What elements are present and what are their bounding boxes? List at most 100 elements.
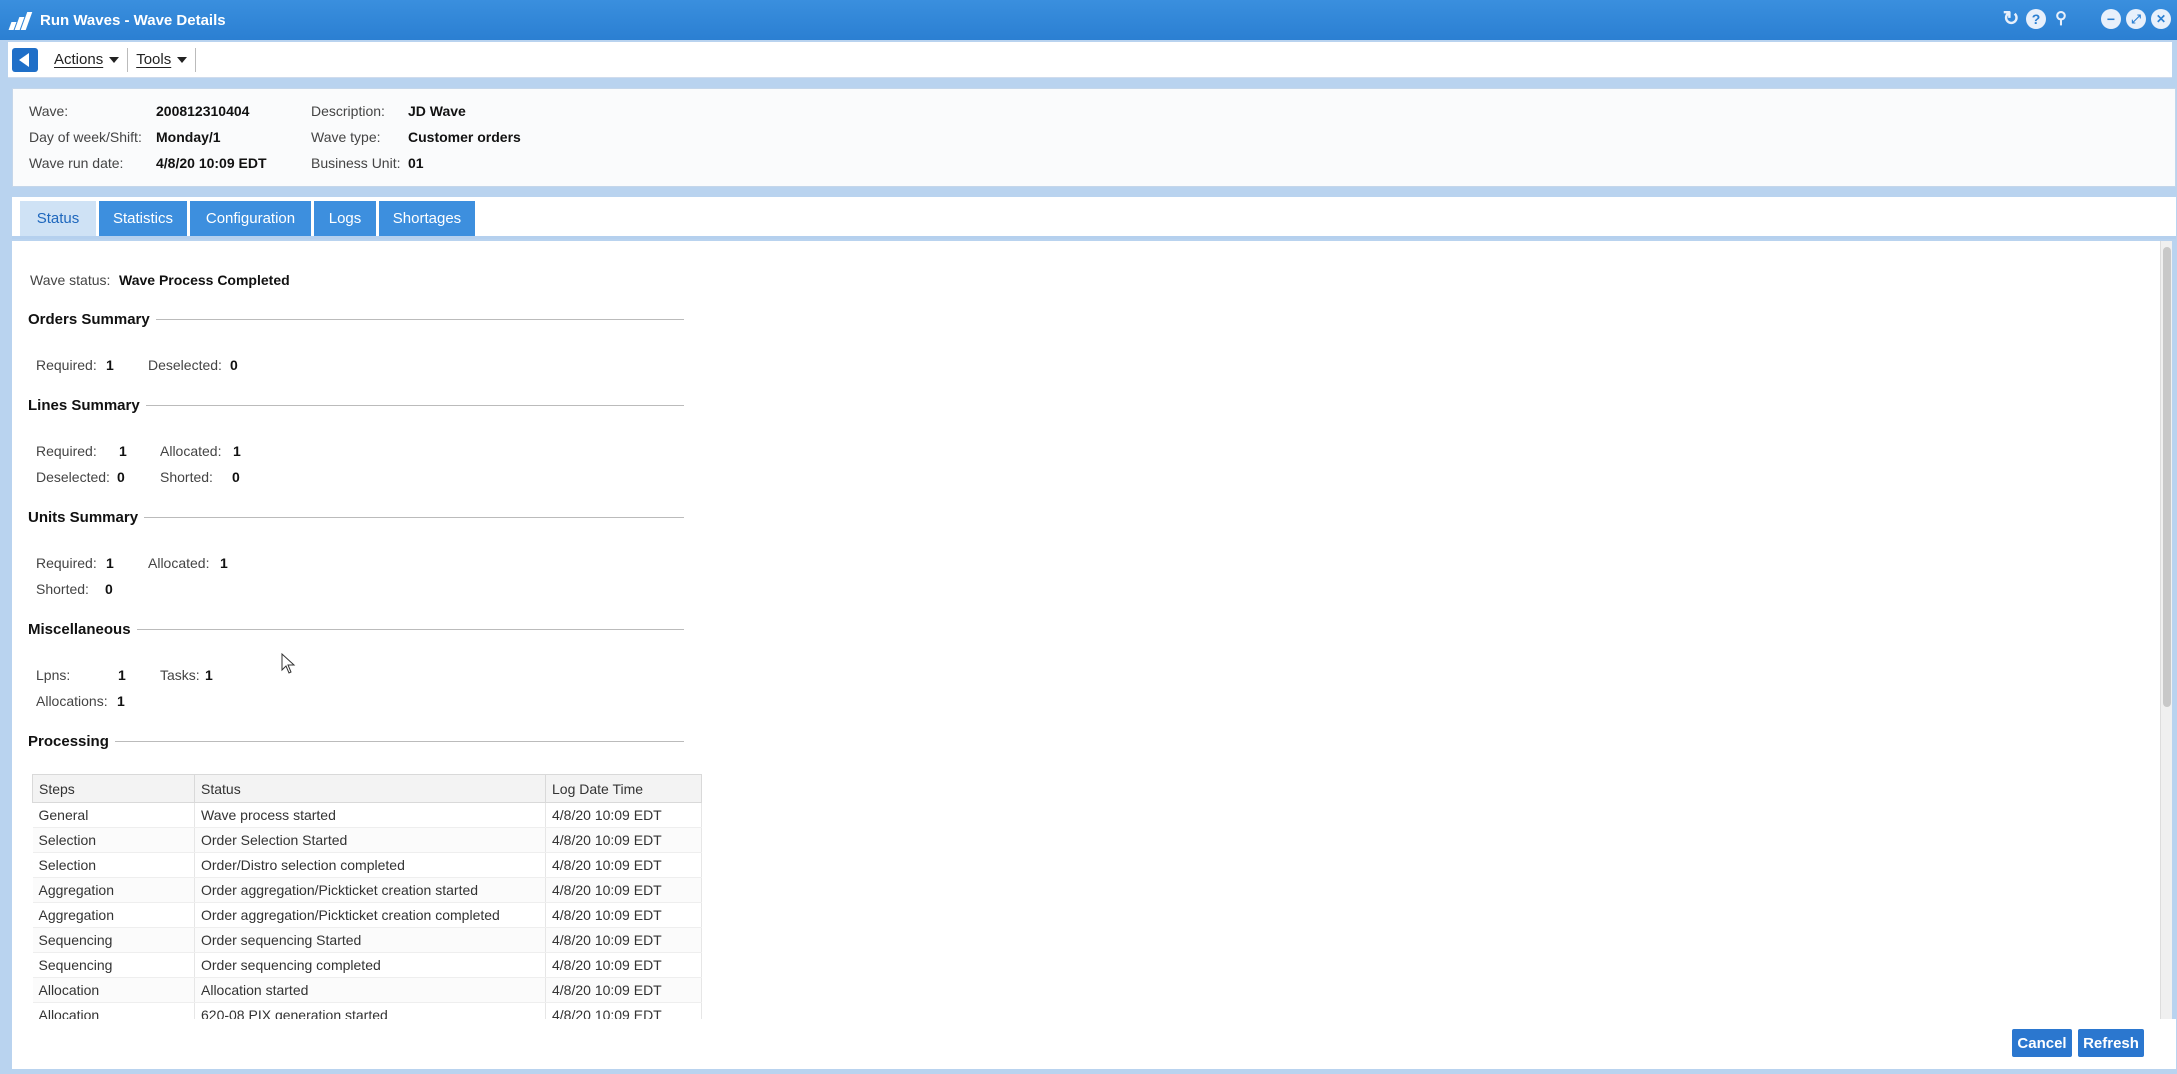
pin-icon[interactable]: ⚲	[2051, 9, 2071, 29]
column-header-status[interactable]: Status	[194, 774, 546, 803]
column-header-log-date-time[interactable]: Log Date Time	[545, 774, 702, 803]
table-row[interactable]: General Wave process started 4/8/20 10:09 …	[32, 802, 702, 828]
orders-deselected-value: 0	[230, 357, 238, 373]
wave-value: 200812310404	[156, 103, 250, 119]
orders-summary-header: Orders Summary	[28, 309, 684, 329]
date-cell: 4/8/20 10:09 EDT	[545, 977, 702, 1003]
step-cell: Aggregation	[32, 902, 195, 928]
wave-label: Wave:	[29, 103, 69, 119]
tab-shortages[interactable]: Shortages	[379, 201, 475, 236]
status-cell: Order aggregation/Pickticket creation st…	[194, 877, 546, 903]
date-cell: 4/8/20 10:09 EDT	[545, 902, 702, 928]
day-shift-value: Monday/1	[156, 129, 221, 145]
step-cell: Selection	[32, 852, 195, 878]
wave-header-panel: Wave: 200812310404 Day of week/Shift: Mo…	[12, 88, 2176, 187]
date-cell: 4/8/20 10:09 EDT	[545, 852, 702, 878]
tasks-label: Tasks:	[160, 667, 200, 683]
table-row[interactable]: Sequencing Order sequencing completed 4/8/…	[32, 952, 702, 978]
column-header-steps[interactable]: Steps	[32, 774, 195, 803]
lines-summary-title: Lines Summary	[28, 396, 140, 414]
date-cell: 4/8/20 10:09 EDT	[545, 927, 702, 953]
tasks-value: 1	[205, 667, 213, 683]
minimize-icon[interactable]: −	[2101, 9, 2121, 29]
lines-shorted-value: 0	[232, 469, 240, 485]
tools-menu-label: Tools	[136, 51, 172, 68]
units-summary-header: Units Summary	[28, 507, 684, 527]
day-shift-label: Day of week/Shift:	[29, 129, 142, 145]
table-row[interactable]: Sequencing Order sequencing Started 4/8/20…	[32, 927, 702, 953]
status-cell: Order sequencing Started	[194, 927, 546, 953]
back-arrow-icon	[19, 52, 29, 67]
units-allocated-label: Allocated:	[148, 555, 210, 571]
date-cell: 4/8/20 10:09 EDT	[545, 877, 702, 903]
help-icon[interactable]: ?	[2026, 9, 2046, 29]
title-bar: Run Waves - Wave Details ↻ ? ⚲ − ⤢ ✕	[0, 0, 2177, 40]
date-cell: 4/8/20 10:09 EDT	[545, 952, 702, 978]
table-row[interactable]: Allocation 620-08 PIX generation started 4…	[32, 1002, 702, 1019]
table-row[interactable]: Aggregation Order aggregation/Pickticket …	[32, 877, 702, 903]
units-shorted-value: 0	[105, 581, 113, 597]
lines-deselected-value: 0	[117, 469, 125, 485]
table-row[interactable]: Selection Order/Distro selection complete…	[32, 852, 702, 878]
lines-required-value: 1	[119, 443, 127, 459]
run-date-value: 4/8/20 10:09 EDT	[156, 155, 267, 171]
status-cell: Order sequencing completed	[194, 952, 546, 978]
vertical-scrollbar[interactable]	[2160, 241, 2172, 1019]
processing-grid: Steps Status Log Date Time General Wave p…	[32, 774, 702, 1019]
lines-shorted-label: Shorted:	[160, 469, 213, 485]
table-row[interactable]: Aggregation Order aggregation/Pickticket …	[32, 902, 702, 928]
business-unit-label: Business Unit:	[311, 155, 401, 171]
processing-title: Processing	[28, 732, 109, 750]
wave-type-label: Wave type:	[311, 129, 381, 145]
allocations-label: Allocations:	[36, 693, 108, 709]
status-cell: Order aggregation/Pickticket creation co…	[194, 902, 546, 928]
date-cell: 4/8/20 10:09 EDT	[545, 802, 702, 828]
tab-statistics[interactable]: Statistics	[99, 201, 187, 236]
step-cell: Sequencing	[32, 952, 195, 978]
step-cell: Selection	[32, 827, 195, 853]
orders-required-label: Required:	[36, 357, 97, 373]
business-unit-value: 01	[408, 155, 424, 171]
tab-configuration[interactable]: Configuration	[190, 201, 311, 236]
chevron-down-icon	[177, 56, 188, 63]
tab-logs[interactable]: Logs	[314, 201, 376, 236]
wave-status-value: Wave Process Completed	[119, 272, 290, 288]
footer-bar: Cancel Refresh	[12, 1019, 2176, 1069]
scrollbar-thumb[interactable]	[2163, 247, 2171, 707]
allocations-value: 1	[117, 693, 125, 709]
units-allocated-value: 1	[220, 555, 228, 571]
window-title: Run Waves - Wave Details	[40, 11, 226, 29]
table-row[interactable]: Selection Order Selection Started 4/8/20 1…	[32, 827, 702, 853]
back-button[interactable]	[12, 47, 38, 72]
units-shorted-label: Shorted:	[36, 581, 89, 597]
status-cell: Order Selection Started	[194, 827, 546, 853]
step-cell: Sequencing	[32, 927, 195, 953]
step-cell: Aggregation	[32, 877, 195, 903]
chevron-down-icon	[109, 56, 120, 63]
tab-status[interactable]: Status	[20, 201, 96, 236]
refresh-icon[interactable]: ↻	[2001, 9, 2021, 29]
date-cell: 4/8/20 10:09 EDT	[545, 1002, 702, 1019]
description-value: JD Wave	[408, 103, 466, 119]
cancel-button[interactable]: Cancel	[2012, 1029, 2072, 1057]
step-cell: Allocation	[32, 977, 195, 1003]
lpns-value: 1	[118, 667, 126, 683]
orders-summary-title: Orders Summary	[28, 310, 150, 328]
status-cell: Order/Distro selection completed	[194, 852, 546, 878]
lpns-label: Lpns:	[36, 667, 71, 683]
status-cell: Allocation started	[194, 977, 546, 1003]
run-date-label: Wave run date:	[29, 155, 124, 171]
refresh-button[interactable]: Refresh	[2078, 1029, 2144, 1057]
restore-icon[interactable]: ⤢	[2126, 9, 2146, 29]
units-required-value: 1	[106, 555, 114, 571]
actions-menu[interactable]: Actions	[46, 47, 129, 72]
lines-allocated-label: Allocated:	[160, 443, 222, 459]
step-cell: Allocation	[32, 1002, 195, 1019]
app-logo-icon	[8, 10, 33, 30]
tools-menu[interactable]: Tools	[128, 47, 197, 72]
lines-deselected-label: Deselected:	[36, 469, 110, 485]
date-cell: 4/8/20 10:09 EDT	[545, 827, 702, 853]
wave-type-value: Customer orders	[408, 129, 521, 145]
close-icon[interactable]: ✕	[2151, 9, 2171, 29]
table-row[interactable]: Allocation Allocation started 4/8/20 10:09…	[32, 977, 702, 1003]
